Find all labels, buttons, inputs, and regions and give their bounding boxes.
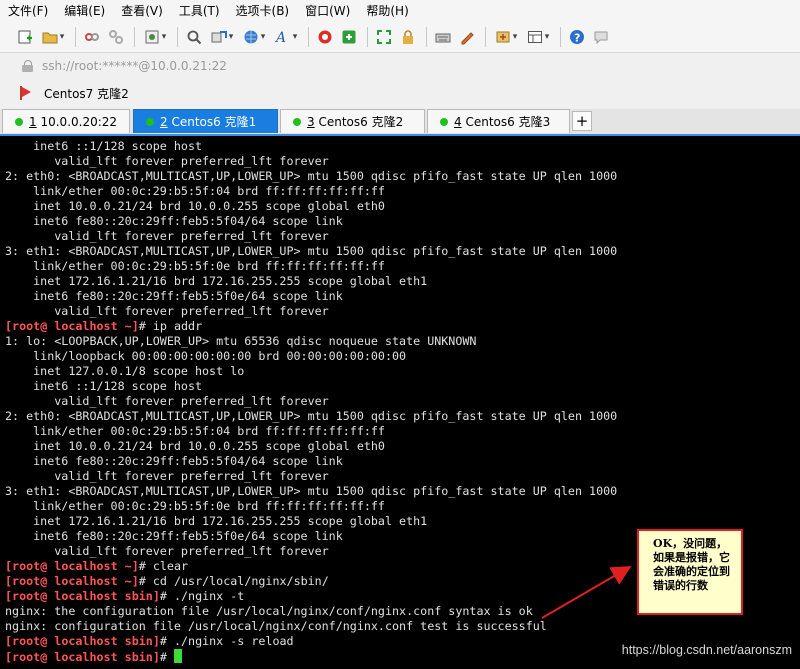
watermark: https://blog.csdn.net/aaronszm bbox=[621, 643, 792, 657]
annotation-callout: OK，没问题，如果是报错，它会准确的定位到错误的行数 bbox=[637, 529, 743, 615]
